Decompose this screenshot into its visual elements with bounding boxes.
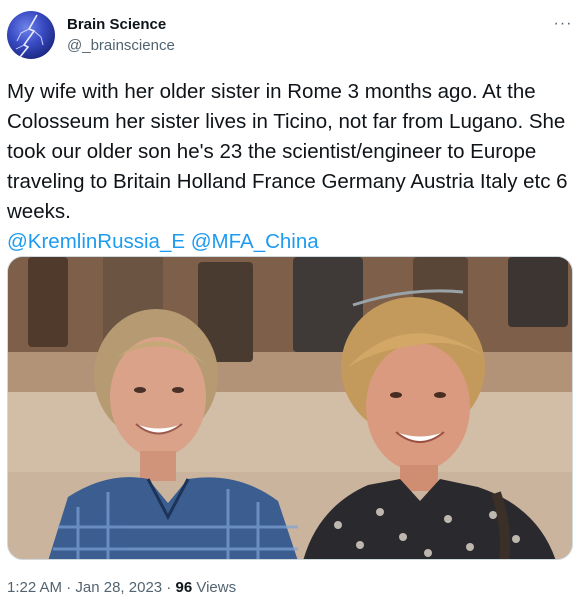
tweet-photo[interactable] bbox=[7, 256, 573, 560]
more-options-icon[interactable]: ··· bbox=[548, 14, 578, 34]
tweet-body: My wife with her older sister in Rome 3 … bbox=[7, 77, 579, 257]
tweet-date[interactable]: Jan 28, 2023 bbox=[75, 579, 162, 596]
meta-separator: · bbox=[62, 579, 76, 596]
mention-mfa-china[interactable]: @MFA_China bbox=[191, 230, 319, 253]
views-count: 96 bbox=[175, 579, 193, 596]
tweet-time[interactable]: 1:22 AM bbox=[7, 579, 62, 596]
tweet-header: Brain Science @_brainscience ··· bbox=[0, 0, 586, 70]
mention-kremlin[interactable]: @KremlinRussia_E bbox=[7, 230, 185, 253]
lightning-avatar-icon[interactable] bbox=[7, 11, 55, 59]
tweet-meta: 1:22 AM · Jan 28, 2023 · 96 Views bbox=[7, 579, 236, 596]
author-name[interactable]: Brain Science bbox=[67, 16, 166, 33]
author-handle[interactable]: @_brainscience bbox=[67, 37, 175, 54]
views-label: Views bbox=[196, 579, 237, 596]
tweet-text: My wife with her older sister in Rome 3 … bbox=[7, 80, 574, 223]
meta-separator-2: · bbox=[162, 579, 176, 596]
